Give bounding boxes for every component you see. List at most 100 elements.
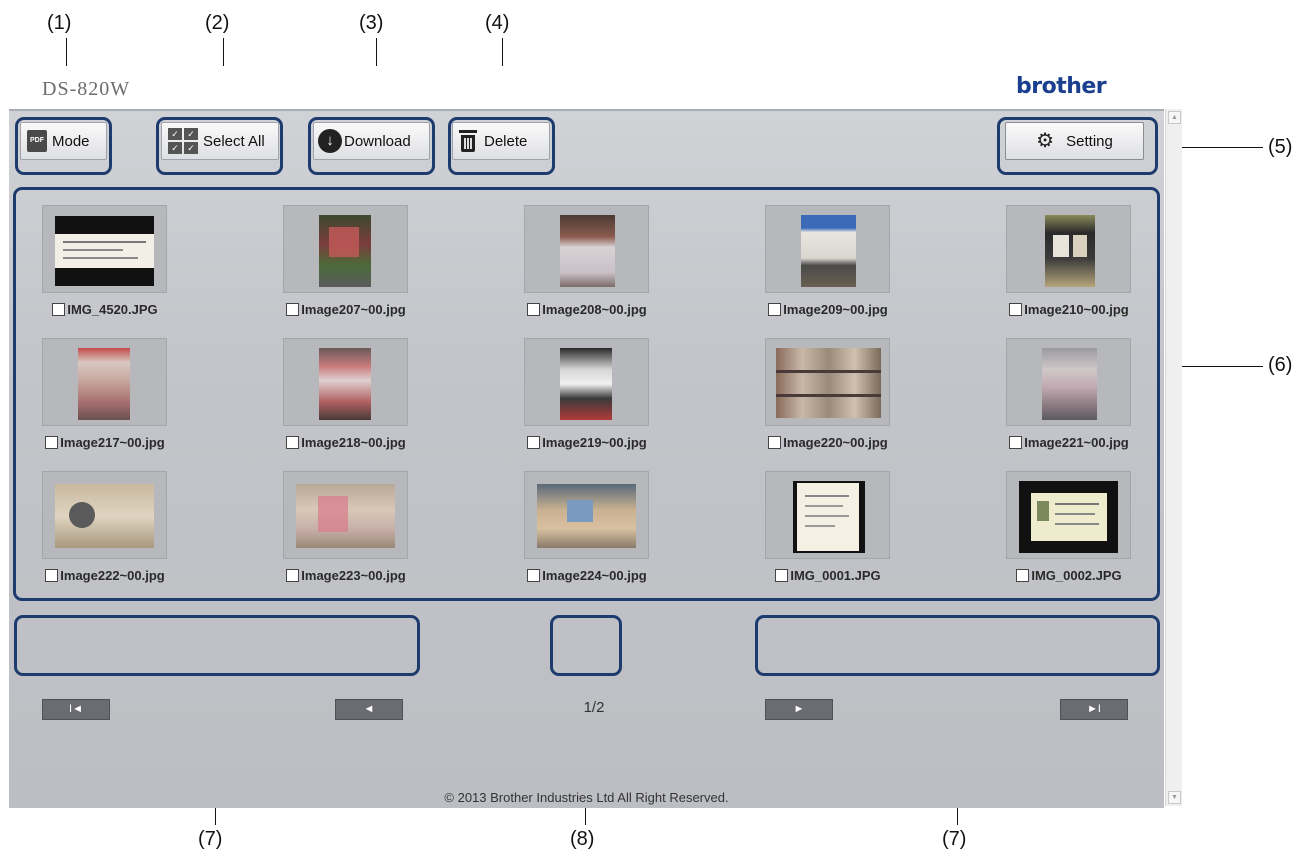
copyright-text: © 2013 Brother Industries Ltd All Right … bbox=[444, 790, 729, 805]
callout-1: (1) bbox=[47, 12, 72, 34]
brand-logo: brother bbox=[1016, 74, 1107, 99]
thumbnail-frame bbox=[524, 471, 649, 559]
thumbnail-filename: Image224~00.jpg bbox=[542, 568, 647, 583]
thumbnail-filename: Image223~00.jpg bbox=[301, 568, 406, 583]
callout-3: (3) bbox=[359, 12, 384, 34]
thumbnail-image bbox=[560, 215, 615, 287]
thumbnail-label: IMG_0002.JPG bbox=[979, 568, 1159, 583]
thumbnail-label: Image217~00.jpg bbox=[15, 435, 195, 450]
thumbnail-frame bbox=[42, 338, 167, 426]
thumbnail-item[interactable]: IMG_0001.JPG bbox=[738, 471, 918, 599]
thumbnail-filename: IMG_4520.JPG bbox=[67, 302, 158, 317]
callout-8: (8) bbox=[570, 828, 595, 850]
thumbnail-label: Image209~00.jpg bbox=[738, 302, 918, 317]
thumbnail-item[interactable]: Image209~00.jpg bbox=[738, 205, 918, 333]
thumbnail-image bbox=[560, 348, 612, 420]
scroll-down-arrow[interactable]: ▼ bbox=[1168, 791, 1181, 804]
thumbnail-frame bbox=[765, 471, 890, 559]
thumbnail-image bbox=[319, 348, 371, 420]
callout-7-left: (7) bbox=[198, 828, 223, 850]
callout-4: (4) bbox=[485, 12, 510, 34]
thumbnail-filename: IMG_0002.JPG bbox=[1031, 568, 1122, 583]
thumbnail-filename: Image210~00.jpg bbox=[1024, 302, 1129, 317]
thumbnail-label: Image224~00.jpg bbox=[497, 568, 677, 583]
thumbnail-label: Image210~00.jpg bbox=[979, 302, 1159, 317]
thumbnail-checkbox[interactable] bbox=[775, 569, 789, 582]
thumbnail-image bbox=[296, 484, 395, 548]
thumbnail-filename: Image208~00.jpg bbox=[542, 302, 647, 317]
thumbnail-label: IMG_4520.JPG bbox=[15, 302, 195, 317]
thumbnail-item[interactable]: Image224~00.jpg bbox=[497, 471, 677, 599]
thumbnail-frame bbox=[283, 205, 408, 293]
highlight-select-all bbox=[156, 117, 283, 175]
scrollbar[interactable]: ▲ ▼ bbox=[1165, 109, 1182, 806]
thumbnail-item[interactable]: IMG_0002.JPG bbox=[979, 471, 1159, 599]
thumbnail-item[interactable]: IMG_4520.JPG bbox=[15, 205, 195, 333]
thumbnail-frame bbox=[1006, 205, 1131, 293]
model-name: DS-820W bbox=[42, 78, 131, 100]
thumbnail-filename: IMG_0001.JPG bbox=[790, 568, 881, 583]
thumbnail-item[interactable]: Image218~00.jpg bbox=[256, 338, 436, 466]
thumbnail-image bbox=[537, 484, 636, 548]
thumbnail-frame bbox=[1006, 338, 1131, 426]
thumbnail-filename: Image209~00.jpg bbox=[783, 302, 888, 317]
first-page-button[interactable]: I◄ bbox=[42, 699, 110, 720]
thumbnail-filename: Image218~00.jpg bbox=[301, 435, 406, 450]
thumbnail-image bbox=[1019, 481, 1118, 553]
thumbnail-image bbox=[1045, 215, 1095, 287]
thumbnail-checkbox[interactable] bbox=[527, 303, 541, 316]
app-header: DS-820W brother bbox=[9, 66, 1164, 110]
thumbnail-label: Image219~00.jpg bbox=[497, 435, 677, 450]
thumbnail-item[interactable]: Image210~00.jpg bbox=[979, 205, 1159, 333]
callout-7-right: (7) bbox=[942, 828, 967, 850]
thumbnail-checkbox[interactable] bbox=[286, 303, 300, 316]
thumbnail-filename: Image207~00.jpg bbox=[301, 302, 406, 317]
thumbnail-checkbox[interactable] bbox=[286, 436, 300, 449]
thumbnail-item[interactable]: Image222~00.jpg bbox=[15, 471, 195, 599]
thumbnail-filename: Image219~00.jpg bbox=[542, 435, 647, 450]
thumbnail-item[interactable]: Image208~00.jpg bbox=[497, 205, 677, 333]
app-window: DS-820W brother ▲ ▼ PDF Mode ✓ ✓ ✓ ✓ Select… bbox=[9, 66, 1182, 808]
prev-page-button[interactable]: ◄ bbox=[335, 699, 403, 720]
thumbnail-item[interactable]: Image221~00.jpg bbox=[979, 338, 1159, 466]
thumbnail-label: Image221~00.jpg bbox=[979, 435, 1159, 450]
thumbnail-checkbox[interactable] bbox=[768, 303, 782, 316]
thumbnail-item[interactable]: Image217~00.jpg bbox=[15, 338, 195, 466]
thumbnail-frame bbox=[283, 471, 408, 559]
thumbnail-frame bbox=[42, 471, 167, 559]
thumbnail-checkbox[interactable] bbox=[527, 569, 541, 582]
highlight-setting bbox=[997, 117, 1158, 175]
thumbnail-item[interactable]: Image223~00.jpg bbox=[256, 471, 436, 599]
thumbnail-filename: Image217~00.jpg bbox=[60, 435, 165, 450]
thumbnail-image bbox=[1042, 348, 1097, 420]
thumbnail-checkbox[interactable] bbox=[286, 569, 300, 582]
thumbnail-item[interactable]: Image219~00.jpg bbox=[497, 338, 677, 466]
thumbnail-item[interactable]: Image220~00.jpg bbox=[738, 338, 918, 466]
thumbnail-checkbox[interactable] bbox=[527, 436, 541, 449]
thumbnail-checkbox[interactable] bbox=[1009, 436, 1023, 449]
scroll-up-arrow[interactable]: ▲ bbox=[1168, 111, 1181, 124]
thumbnail-filename: Image221~00.jpg bbox=[1024, 435, 1129, 450]
thumbnail-image bbox=[793, 481, 865, 553]
highlight-page-indicator bbox=[550, 615, 622, 676]
thumbnail-checkbox[interactable] bbox=[45, 569, 59, 582]
thumbnail-filename: Image222~00.jpg bbox=[60, 568, 165, 583]
thumbnail-image bbox=[55, 216, 154, 286]
next-page-button[interactable]: ► bbox=[765, 699, 833, 720]
thumbnail-frame bbox=[765, 205, 890, 293]
thumbnail-checkbox[interactable] bbox=[768, 436, 782, 449]
thumbnail-frame bbox=[524, 338, 649, 426]
thumbnail-checkbox[interactable] bbox=[52, 303, 66, 316]
highlight-delete bbox=[448, 117, 555, 175]
thumbnail-checkbox[interactable] bbox=[1009, 303, 1023, 316]
thumbnail-image bbox=[801, 215, 856, 287]
last-page-button[interactable]: ►I bbox=[1060, 699, 1128, 720]
thumbnail-item[interactable]: Image207~00.jpg bbox=[256, 205, 436, 333]
thumbnail-frame bbox=[42, 205, 167, 293]
thumbnail-label: Image208~00.jpg bbox=[497, 302, 677, 317]
thumbnail-label: Image220~00.jpg bbox=[738, 435, 918, 450]
thumbnail-frame bbox=[765, 338, 890, 426]
thumbnail-checkbox[interactable] bbox=[1016, 569, 1030, 582]
thumbnail-checkbox[interactable] bbox=[45, 436, 59, 449]
thumbnail-image bbox=[78, 348, 130, 420]
